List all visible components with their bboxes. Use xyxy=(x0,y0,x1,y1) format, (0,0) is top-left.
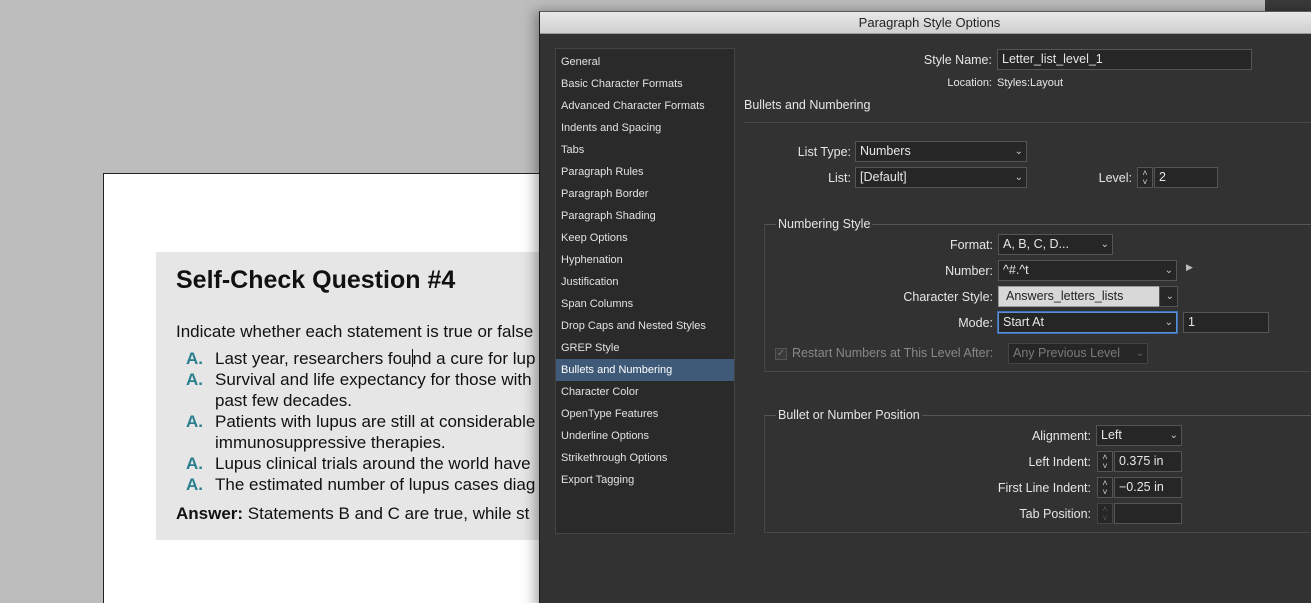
start-at-input[interactable]: 1 xyxy=(1183,312,1269,333)
paragraph-style-options-dialog: Paragraph Style Options General Basic Cha… xyxy=(539,11,1311,603)
sidebar-item[interactable]: OpenType Features xyxy=(556,403,734,425)
chevron-down-icon: ⌄ xyxy=(1164,317,1173,328)
sidebar-item[interactable]: Paragraph Shading xyxy=(556,205,734,227)
level-label: Level: xyxy=(1098,171,1132,185)
level-spinner[interactable]: ˄ ˅ xyxy=(1137,167,1153,188)
sidebar-item[interactable]: Indents and Spacing xyxy=(556,117,734,139)
sidebar-item[interactable]: Export Tagging xyxy=(556,469,734,491)
triangle-right-icon[interactable]: ▶ xyxy=(1186,262,1193,273)
answer-text: Statements B and C are true, while st xyxy=(243,504,530,523)
tab-position-label: Tab Position: xyxy=(1019,507,1091,521)
sidebar-item[interactable]: Strikethrough Options xyxy=(556,447,734,469)
background-panel xyxy=(1265,0,1311,11)
left-indent-label: Left Indent: xyxy=(1028,455,1091,469)
sidebar-item[interactable]: GREP Style xyxy=(556,337,734,359)
question-box: Self-Check Question #4 Indicate whether … xyxy=(156,252,576,540)
sidebar-item[interactable]: Keep Options xyxy=(556,227,734,249)
first-line-indent-label: First Line Indent: xyxy=(997,481,1091,495)
alignment-label: Alignment: xyxy=(1031,429,1091,443)
restart-numbers-label: Restart Numbers at This Level After: xyxy=(792,346,994,360)
sidebar-item[interactable]: Drop Caps and Nested Styles xyxy=(556,315,734,337)
sidebar-item[interactable]: Tabs xyxy=(556,139,734,161)
restart-level-select[interactable]: Any Previous Level ⌄ xyxy=(1008,343,1148,364)
list-letter: A. xyxy=(186,412,203,431)
chevron-down-icon: ⌄ xyxy=(1165,291,1174,302)
sidebar-item[interactable]: Advanced Character Formats xyxy=(556,95,734,117)
location-label: Location: xyxy=(947,77,992,89)
list-letter: A. xyxy=(186,370,203,389)
alignment-select[interactable]: Left ⌄ xyxy=(1096,425,1182,446)
list-letter: A. xyxy=(186,454,203,473)
sidebar-item[interactable]: Hyphenation xyxy=(556,249,734,271)
character-style-dropdown[interactable]: ⌄ xyxy=(1159,286,1178,307)
location-value: Styles:Layout xyxy=(997,77,1064,89)
list-item-text: Last year, researchers found a cure for … xyxy=(215,349,536,368)
list-letter: A. xyxy=(186,349,203,368)
answer-line: Answer: Statements B and C are true, whi… xyxy=(176,504,529,524)
list-item-text: The estimated number of lupus cases diag xyxy=(215,475,536,494)
section-title: Bullets and Numbering xyxy=(744,98,871,112)
document-page: Self-Check Question #4 Indicate whether … xyxy=(103,173,576,603)
left-indent-spinner[interactable]: ˄ ˅ xyxy=(1097,451,1113,472)
left-indent-input[interactable]: 0.375 in xyxy=(1114,451,1182,472)
number-input[interactable]: ^#.^t ⌄ xyxy=(998,260,1177,281)
question-intro: Indicate whether each statement is true … xyxy=(176,322,534,341)
text-cursor xyxy=(411,349,413,367)
category-sidebar: General Basic Character Formats Advanced C… xyxy=(555,48,735,534)
chevron-down-icon: ⌄ xyxy=(1014,146,1023,157)
dialog-title[interactable]: Paragraph Style Options xyxy=(540,12,1311,34)
list-letter: A. xyxy=(186,475,203,494)
mode-select[interactable]: Start At ⌄ xyxy=(998,312,1177,333)
chevron-down-icon: ⌄ xyxy=(1169,430,1178,441)
sidebar-item[interactable]: Bullets and Numbering xyxy=(556,359,734,381)
sidebar-item[interactable]: Underline Options xyxy=(556,425,734,447)
sidebar-item[interactable]: Basic Character Formats xyxy=(556,73,734,95)
checkmark-icon: ✓ xyxy=(776,348,786,359)
sidebar-item[interactable]: Justification xyxy=(556,271,734,293)
list-label: List: xyxy=(828,171,851,185)
restart-numbers-checkbox[interactable]: ✓ xyxy=(775,348,787,360)
numbering-style-title: Numbering Style xyxy=(776,217,873,231)
tab-position-input[interactable] xyxy=(1114,503,1182,524)
question-title: Self-Check Question #4 xyxy=(176,266,456,294)
tab-position-spinner[interactable]: ˄ ˅ xyxy=(1097,503,1113,524)
sidebar-item[interactable]: Paragraph Border xyxy=(556,183,734,205)
list-item-text: Lupus clinical trials around the world h… xyxy=(215,454,531,473)
chevron-down-icon: ⌄ xyxy=(1135,348,1144,359)
format-select[interactable]: A, B, C, D... ⌄ xyxy=(998,234,1113,255)
sidebar-item[interactable]: Paragraph Rules xyxy=(556,161,734,183)
chevron-down-icon: ⌄ xyxy=(1164,265,1173,276)
character-style-select[interactable]: Answers_letters_lists xyxy=(998,286,1177,307)
sidebar-item[interactable]: Character Color xyxy=(556,381,734,403)
sidebar-item[interactable]: Span Columns xyxy=(556,293,734,315)
list-item-text: Survival and life expectancy for those w… xyxy=(215,370,532,410)
chevron-down-icon: ⌄ xyxy=(1014,172,1023,183)
level-input[interactable]: 2 xyxy=(1154,167,1218,188)
list-select[interactable]: [Default] ⌄ xyxy=(855,167,1027,188)
chevron-down-icon: ⌄ xyxy=(1100,239,1109,250)
list-type-label: List Type: xyxy=(797,145,851,159)
answer-label: Answer: xyxy=(176,504,244,523)
mode-label: Mode: xyxy=(958,316,993,330)
sidebar-item[interactable]: General xyxy=(556,51,734,73)
style-name-input[interactable]: Letter_list_level_1 xyxy=(997,49,1252,70)
position-title: Bullet or Number Position xyxy=(776,408,922,422)
style-name-label: Style Name: xyxy=(923,53,992,67)
first-line-indent-input[interactable]: −0.25 in xyxy=(1114,477,1182,498)
section-divider xyxy=(744,122,1311,123)
list-type-select[interactable]: Numbers ⌄ xyxy=(855,141,1027,162)
number-label: Number: xyxy=(945,264,993,278)
first-line-indent-spinner[interactable]: ˄ ˅ xyxy=(1097,477,1113,498)
character-style-label: Character Style: xyxy=(903,290,993,304)
format-label: Format: xyxy=(949,238,993,252)
list-item-text: Patients with lupus are still at conside… xyxy=(215,412,536,452)
